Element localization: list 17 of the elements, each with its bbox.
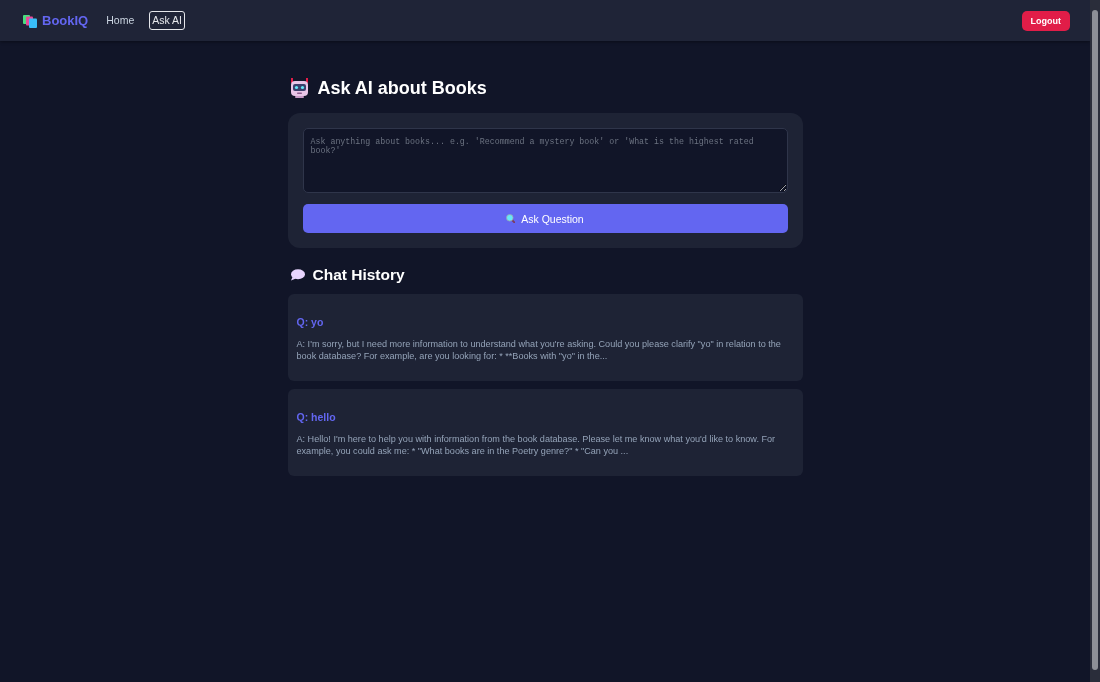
ask-question-button[interactable]: Ask Question bbox=[302, 204, 788, 233]
question-text: Q: yo bbox=[296, 315, 325, 329]
section-title: Chat History bbox=[312, 266, 405, 284]
magnifier-icon bbox=[506, 214, 516, 223]
question-field[interactable]: Ask anything about books... e.g. 'Recommend a mystery book' or 'What is the highest rated book?' bbox=[302, 128, 788, 193]
nav-link[interactable]: Home bbox=[103, 11, 138, 30]
books-icon bbox=[23, 13, 37, 28]
page-title: Ask AI about Books bbox=[317, 77, 487, 99]
nav-link[interactable]: Ask AI bbox=[149, 11, 185, 30]
scrollbar[interactable] bbox=[1090, 0, 1100, 682]
logout-button[interactable]: Logout bbox=[1021, 10, 1070, 31]
speech-bubble-icon bbox=[289, 269, 305, 281]
brand-name[interactable]: BookIQ bbox=[42, 13, 89, 28]
robot-icon bbox=[289, 78, 309, 98]
answer-text: A: I'm sorry, but I need more information to understand what you're asking. Could you please clarify "yo" in relation to the book database? For example, are you looking for: * **Books with "yo" in the... bbox=[296, 338, 782, 362]
answer-text: A: Hello! I'm here to help you with information from the book database. Please let me know what you'd like to know. For example, you could ask me: * "What books are in the Poetry genre?" * "Can you ... bbox=[296, 433, 777, 457]
question-text: Q: hello bbox=[296, 410, 337, 424]
